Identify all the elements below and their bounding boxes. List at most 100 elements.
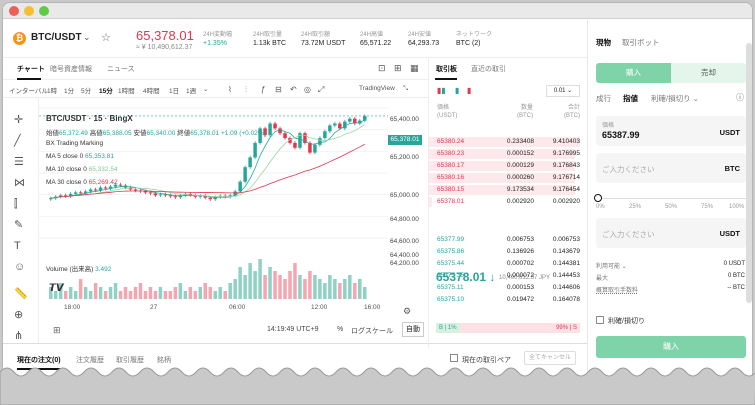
auto-scale-button[interactable]: 自動 — [402, 322, 424, 337]
order-type-limit[interactable]: 指値 — [623, 93, 638, 104]
view-both-icon[interactable]: ▮▮ — [437, 86, 446, 95]
log-scale-toggle[interactable]: ログスケール — [351, 326, 393, 336]
time-tick: 16:00 — [364, 304, 381, 311]
view-bids-icon[interactable]: ▮ — [455, 86, 459, 95]
buy-button[interactable]: 購入 — [596, 336, 746, 358]
tab-trading-bot[interactable]: 取引ボット — [622, 37, 660, 48]
undo-icon[interactable]: ↶ — [290, 85, 297, 94]
indicator-icon[interactable]: ⌇ — [228, 85, 232, 94]
volume-bar — [328, 275, 332, 299]
tab-recent-trades[interactable]: 直近の取引 — [471, 64, 506, 74]
buy-tab[interactable]: 購入 — [596, 63, 671, 83]
interval-15m[interactable]: 15分 — [99, 85, 113, 95]
tpsl-checkbox[interactable] — [596, 316, 604, 324]
volume-bar — [233, 279, 237, 299]
ask-row[interactable]: 65380.17 0.000129 9.176843 — [429, 161, 588, 171]
info-icon[interactable]: ⓘ — [736, 92, 744, 103]
crosshair-icon[interactable]: ✛ — [14, 114, 23, 126]
interval-4h[interactable]: 4時間 — [143, 85, 160, 95]
brush-icon[interactable]: ✎ — [14, 219, 23, 231]
order-type-tpsl[interactable]: 利確/損切り ⌄ — [651, 93, 699, 104]
volume-bar — [253, 271, 257, 299]
horizontal-line-icon[interactable]: ☰ — [14, 156, 24, 168]
order-type-market[interactable]: 成行 — [596, 93, 611, 104]
date-range-icon[interactable]: ⊞ — [53, 325, 61, 336]
precision-select[interactable]: 0.01 ⌄ — [546, 85, 580, 97]
volume-bar — [313, 275, 317, 299]
zoom-in-icon[interactable]: ⊕ — [14, 309, 23, 321]
minimize-window-button[interactable] — [24, 6, 34, 16]
volume-bar — [63, 291, 68, 299]
trend-line-icon[interactable]: ╱ — [14, 135, 21, 147]
text-icon[interactable]: T — [14, 240, 21, 252]
close-window-button[interactable] — [9, 6, 19, 16]
price-tick: 64,800.00 — [390, 216, 419, 223]
tab-crypto-info[interactable]: 暗号資産情報 — [50, 64, 92, 74]
tab-spot[interactable]: 現物 — [596, 37, 611, 48]
stat-label: 24H変動幅 — [203, 32, 233, 38]
tradingview-logo: 𝙏𝙑 — [49, 283, 64, 294]
settings-gear-icon[interactable]: ⚙ — [403, 306, 411, 317]
interval-5m[interactable]: 5分 — [81, 85, 91, 95]
fullscreen-icon[interactable]: ⤢ — [318, 85, 324, 95]
candle-body — [243, 167, 247, 182]
pair-selector[interactable]: BTC/USDT — [31, 32, 82, 43]
layout-icon[interactable]: ⊞ — [394, 63, 402, 74]
fib-icon[interactable]: ⫿ — [14, 198, 18, 210]
maximize-window-button[interactable] — [39, 6, 49, 16]
fx-icon[interactable]: ƒ — [261, 85, 265, 94]
pattern-icon[interactable]: ⋈ — [14, 177, 25, 189]
percent-toggle[interactable]: % — [337, 326, 343, 333]
price-tick: 65,400.00 — [390, 116, 419, 123]
expand-icon[interactable]: ⤡ — [403, 85, 408, 93]
interval-more[interactable]: ⌄ — [203, 85, 208, 93]
ask-row[interactable]: 65380.15 9.173534 9.176454 — [429, 185, 588, 195]
interval-1m[interactable]: 1分 — [64, 85, 74, 95]
template-icon[interactable]: ⊟ — [275, 85, 282, 94]
quantity-input[interactable]: ご入力ください BTC — [596, 153, 746, 183]
volume-bar — [83, 287, 88, 299]
camera-icon[interactable]: ◎ — [304, 85, 311, 94]
candle-type-icon[interactable]: ⫶ — [245, 85, 247, 95]
time-tick: 27 — [150, 304, 158, 311]
chart-settings-icon[interactable]: ⊡ — [378, 63, 386, 74]
tab-order-book[interactable]: 取引板 — [436, 64, 457, 74]
ask-row[interactable]: 65380.24 0.233408 9.410403 — [429, 137, 588, 147]
interval-tick[interactable]: 1時 — [47, 85, 57, 95]
scrollbar[interactable] — [746, 43, 752, 303]
interval-1d[interactable]: 1日 — [169, 85, 179, 95]
bid-row[interactable]: 65375.35 0.000072 0.144453 — [429, 271, 588, 281]
chart-title: BTC/USDT · 15 · BingX — [46, 114, 133, 123]
chevron-down-icon[interactable]: ⌄ — [83, 32, 91, 43]
bid-row[interactable]: 65375.44 0.000702 0.144381 — [429, 259, 588, 269]
interval-1h[interactable]: 1時間 — [118, 85, 135, 95]
view-asks-icon[interactable]: ▮ — [467, 86, 471, 95]
volume-bar — [148, 287, 153, 299]
interval-1w[interactable]: 1週 — [186, 85, 196, 95]
amount-slider[interactable]: 0% 25% 50% 75% 100% — [594, 194, 746, 210]
candle-body — [118, 184, 123, 186]
tab-news[interactable]: ニュース — [107, 64, 135, 74]
volume-bar — [118, 291, 123, 299]
ask-row[interactable]: 65380.16 0.000260 9.176714 — [429, 173, 588, 183]
magnet-icon[interactable]: ⋔ — [14, 330, 23, 342]
slider-handle[interactable] — [594, 194, 602, 202]
bid-row[interactable]: 65377.99 0.006753 0.006753 — [429, 235, 588, 245]
bid-row[interactable]: 65375.11 0.000153 0.144606 — [429, 283, 588, 293]
ask-row[interactable]: 65380.23 0.000152 9.176995 — [429, 149, 588, 159]
bid-row[interactable]: 65375.10 0.019472 0.164078 — [429, 295, 588, 305]
bid-row[interactable]: 65375.86 0.136926 0.143679 — [429, 247, 588, 257]
available-label[interactable]: 利用可能 ⌄ — [596, 261, 627, 270]
grid-icon[interactable]: ▦ — [410, 63, 419, 74]
tradingview-toggle[interactable]: TradingView — [359, 85, 395, 92]
total-input[interactable]: ご入力ください USDT — [596, 218, 746, 248]
emoji-icon[interactable]: ☺ — [14, 261, 25, 273]
favorite-star-icon[interactable]: ☆ — [101, 31, 111, 44]
volume-bar — [338, 283, 342, 299]
sell-tab[interactable]: 売却 — [671, 63, 746, 83]
ask-row[interactable]: 65378.01 0.002920 0.002920 — [429, 197, 588, 207]
price-input[interactable]: 価格 65387.99 USDT — [596, 116, 746, 146]
buy-sell-ratio: B | 1% 99% | S — [436, 323, 580, 333]
tab-chart[interactable]: チャート — [17, 64, 45, 74]
ruler-icon[interactable]: 📏 — [14, 288, 28, 300]
